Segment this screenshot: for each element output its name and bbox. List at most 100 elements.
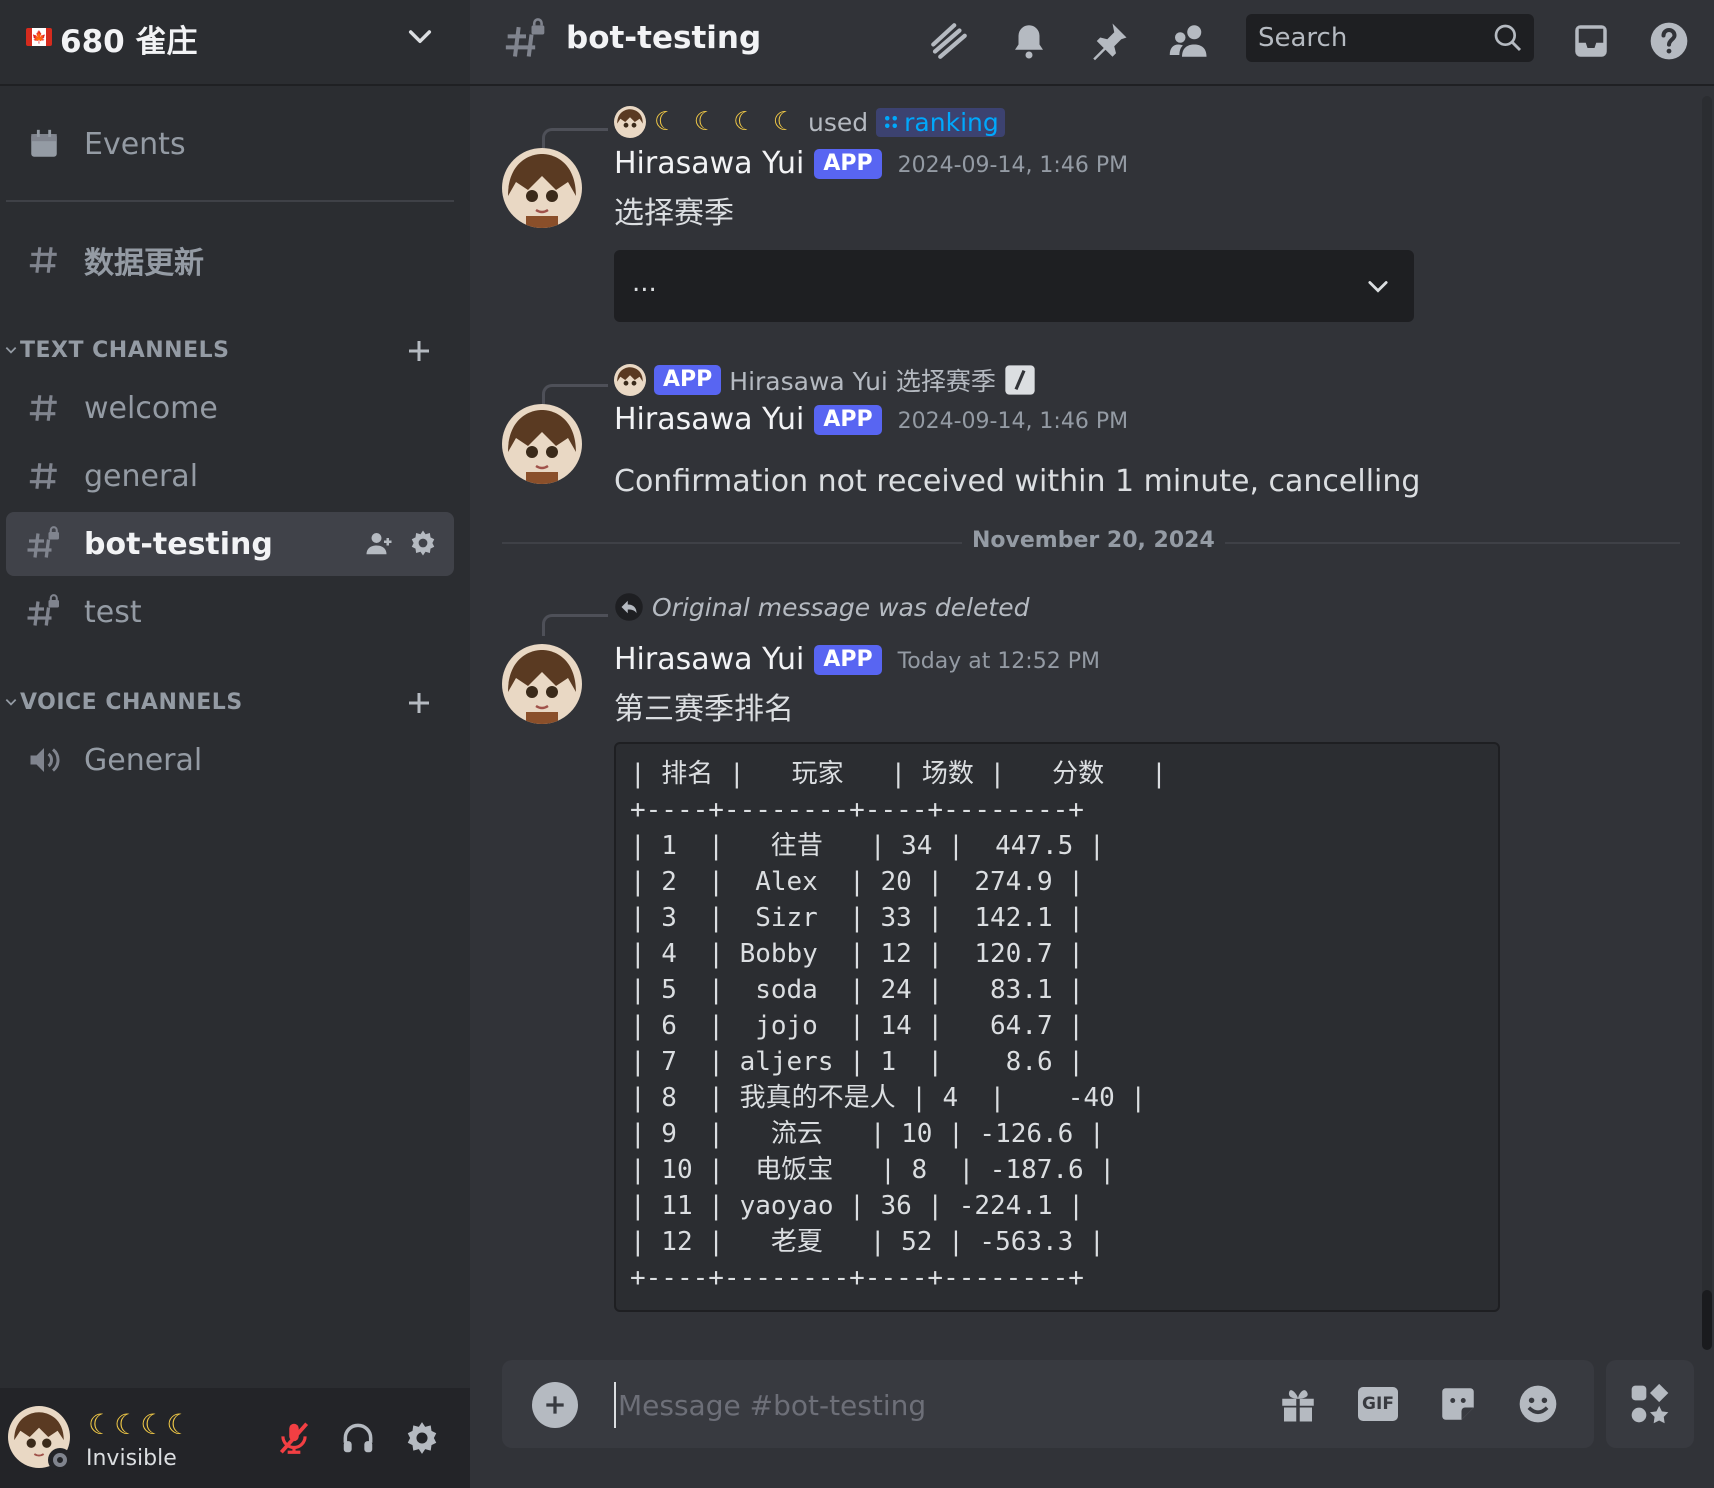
message-header: Hirasawa Yui APP 2024-09-14, 1:46 PM xyxy=(614,146,1128,181)
channel-label: test xyxy=(84,594,142,630)
app-badge: APP xyxy=(814,148,882,179)
channel-label: bot-testing xyxy=(84,526,273,562)
channel-welcome[interactable]: welcome xyxy=(6,376,454,440)
canada-flag-icon: 🍁 xyxy=(26,28,52,46)
events-link[interactable]: Events xyxy=(6,112,454,176)
pinned-messages-button[interactable] xyxy=(1086,18,1132,64)
locked-hash-icon xyxy=(505,18,545,57)
notification-settings-button[interactable] xyxy=(1006,18,1052,64)
members-icon xyxy=(1169,25,1207,57)
server-header[interactable]: 🍁 680 雀庄 xyxy=(0,0,470,86)
app-badge: APP xyxy=(654,365,722,395)
avatar xyxy=(614,106,646,138)
timestamp: Today at 12:52 PM xyxy=(897,649,1100,674)
sticker-button[interactable] xyxy=(1434,1380,1482,1428)
voice-channel-general[interactable]: General xyxy=(6,728,454,792)
app-badge: APP xyxy=(814,404,882,435)
deafen-button[interactable] xyxy=(338,1418,378,1458)
channel-data-update[interactable]: 数据更新 xyxy=(6,228,454,292)
user-status-text: Invisible xyxy=(86,1446,177,1471)
user-settings-button[interactable] xyxy=(402,1418,442,1458)
avatar xyxy=(614,364,646,396)
season-select-dropdown[interactable]: ... xyxy=(614,250,1414,322)
deleted-reply-preview: Original message was deleted xyxy=(614,592,1029,622)
hash-icon xyxy=(24,240,64,280)
author-name[interactable]: Hirasawa Yui xyxy=(614,146,804,181)
plus-icon xyxy=(546,1396,564,1414)
headphones-icon xyxy=(343,1423,373,1453)
reply-preview[interactable]: APP Hirasawa Yui 选择赛季 xyxy=(614,362,1036,398)
calendar-icon xyxy=(24,124,64,164)
app-command-icon xyxy=(885,116,898,128)
author-name[interactable]: Hirasawa Yui xyxy=(614,642,804,677)
help-button[interactable] xyxy=(1646,18,1692,64)
hash-icon xyxy=(24,388,64,428)
events-label: Events xyxy=(84,126,186,162)
inbox-button[interactable] xyxy=(1568,18,1614,64)
smiley-icon xyxy=(1519,1385,1557,1423)
message-composer: GIF xyxy=(502,1360,1594,1448)
reply-text: Original message was deleted xyxy=(652,592,1030,622)
gear-icon[interactable] xyxy=(408,528,438,558)
category-label: VOICE CHANNELS xyxy=(20,689,243,715)
search-box[interactable] xyxy=(1246,14,1534,62)
mute-button[interactable] xyxy=(274,1418,314,1458)
member-list-button[interactable] xyxy=(1166,18,1212,64)
message-header: Hirasawa Yui APP 2024-09-14, 1:46 PM xyxy=(614,402,1128,437)
threads-button[interactable] xyxy=(926,18,972,64)
command-reply-preview[interactable]: ☾ ☾ ☾ ☾ used ranking xyxy=(614,106,1005,138)
ranking-code-block: | 排名 | 玩家 | 场数 | 分数 | +----+--------+---… xyxy=(614,742,1500,1312)
select-value: ... xyxy=(632,268,657,298)
plus-icon[interactable] xyxy=(404,688,434,718)
scrollbar-track[interactable] xyxy=(1702,96,1712,1346)
category-voice-channels[interactable]: VOICE CHANNELS xyxy=(0,682,470,722)
user-panel: ☾☾☾☾ Invisible xyxy=(0,1388,470,1488)
author-name[interactable]: Hirasawa Yui xyxy=(614,402,804,437)
channel-general[interactable]: general xyxy=(6,444,454,508)
speaker-icon xyxy=(24,740,64,780)
reply-connector xyxy=(542,128,608,150)
command-mention[interactable]: ranking xyxy=(876,107,1005,137)
server-sidebar: 🍁 680 雀庄 Events 数据更新 TEXT CHANNELS welco… xyxy=(0,0,470,1488)
channel-bot-testing[interactable]: bot-testing xyxy=(6,512,454,576)
gif-button[interactable]: GIF xyxy=(1354,1380,1402,1428)
locked-hash-icon xyxy=(24,592,64,632)
apps-icon xyxy=(1631,1383,1669,1424)
message-input[interactable] xyxy=(614,1382,1174,1428)
chevron-down-icon xyxy=(5,347,17,354)
chevron-down-icon[interactable] xyxy=(404,20,436,52)
gift-icon xyxy=(1282,1390,1314,1422)
message-list: ☾ ☾ ☾ ☾ used ranking Hirasawa Yui APP 20… xyxy=(470,86,1714,1358)
ranking-table-text: | 排名 | 玩家 | 场数 | 分数 | +----+--------+---… xyxy=(630,759,1167,1293)
channel-test[interactable]: test xyxy=(6,580,454,644)
category-label: TEXT CHANNELS xyxy=(20,337,230,363)
plus-icon[interactable] xyxy=(404,336,434,366)
avatar[interactable] xyxy=(502,404,582,484)
server-name: 680 雀庄 xyxy=(60,24,198,60)
message-text: Confirmation not received within 1 minut… xyxy=(614,464,1421,499)
message-text: 选择赛季 xyxy=(614,196,734,231)
scrollbar-thumb[interactable] xyxy=(1702,1290,1712,1350)
channel-title: bot-testing xyxy=(566,20,762,56)
message-text: 第三赛季排名 xyxy=(614,692,794,727)
channel-label: general xyxy=(84,458,199,494)
reply-used-text: used xyxy=(808,107,869,137)
emoji-button[interactable] xyxy=(1514,1380,1562,1428)
divider xyxy=(6,200,454,202)
username: ☾☾☾☾ xyxy=(88,1408,193,1441)
avatar[interactable] xyxy=(502,644,582,724)
invite-icon[interactable] xyxy=(364,528,394,558)
search-input[interactable] xyxy=(1258,22,1478,54)
attach-button[interactable] xyxy=(532,1382,578,1428)
timestamp: 2024-09-14, 1:46 PM xyxy=(897,153,1129,178)
threads-icon xyxy=(931,23,967,59)
channel-header: bot-testing xyxy=(470,0,1714,86)
avatar[interactable] xyxy=(502,148,582,228)
apps-button[interactable] xyxy=(1606,1360,1694,1448)
chevron-down-icon xyxy=(1368,281,1388,293)
category-text-channels[interactable]: TEXT CHANNELS xyxy=(0,330,470,370)
app-badge: APP xyxy=(814,644,882,675)
reply-username: ☾ ☾ ☾ ☾ xyxy=(654,107,801,137)
gift-button[interactable] xyxy=(1274,1380,1322,1428)
message-header: Hirasawa Yui APP Today at 12:52 PM xyxy=(614,642,1100,677)
